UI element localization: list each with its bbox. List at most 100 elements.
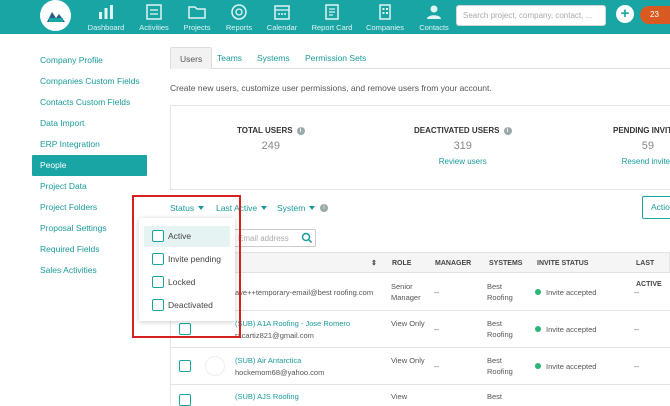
system-filter-dropdown[interactable]: System <box>277 203 316 213</box>
sidebar-item-erp-integration[interactable]: ERP Integration <box>32 134 147 155</box>
column-last-active[interactable]: LAST ACTIVE <box>636 253 669 288</box>
row-checkbox[interactable] <box>179 394 191 406</box>
caret-down-icon <box>261 206 268 210</box>
user-name-link[interactable]: (SUB) AJS Roofing <box>235 391 299 402</box>
user-name-link[interactable]: (SUB) Air Antarctica <box>235 355 301 366</box>
sidebar-item-data-import[interactable]: Data Import <box>32 113 147 134</box>
caret-down-icon <box>309 206 316 210</box>
column-systems[interactable]: SYSTEMS <box>489 253 522 274</box>
stat-value: 249 <box>261 140 280 152</box>
column-role[interactable]: ROLE <box>392 253 411 274</box>
nav-label: Calendar <box>266 23 298 32</box>
sidebar-item-company-profile[interactable]: Company Profile <box>32 50 147 71</box>
column-manager[interactable]: MANAGER <box>435 253 471 274</box>
user-last-active: -- <box>634 288 639 297</box>
stat-total-users: TOTAL USERS i 249 <box>237 126 305 152</box>
system-filter-label: System <box>277 203 306 213</box>
top-navigation-bar: Dashboard Activities Projects Reports Ca… <box>0 0 670 34</box>
user-manager: -- <box>434 288 439 297</box>
user-role: View Only <box>391 319 425 328</box>
page-description: Create new users, customize user permiss… <box>170 83 492 93</box>
tab-teams[interactable]: Teams <box>208 47 251 69</box>
stat-label: PENDING INVITES <box>613 126 670 135</box>
stat-pending-invites: PENDING INVITES 59 Resend invites <box>613 126 670 166</box>
nav-label: Reports <box>225 23 253 32</box>
table-row[interactable]: ave++temporary-email@best roofing.com Se… <box>170 273 670 311</box>
company-logo[interactable] <box>40 0 71 31</box>
status-dot-icon <box>535 289 541 295</box>
user-last-active: -- <box>634 362 639 371</box>
user-systems: Best Roofing <box>487 282 513 302</box>
global-search-input[interactable]: Search project, company, contact, ... <box>456 5 606 26</box>
nav-calendar[interactable]: Calendar <box>266 0 298 34</box>
tab-users[interactable]: Users <box>170 47 213 69</box>
info-icon[interactable]: i <box>503 127 512 135</box>
user-systems: Best Roofing <box>487 319 513 339</box>
user-systems: Best Roofing <box>487 356 513 376</box>
stat-deactivated-users: DEACTIVATED USERS i 319 Review users <box>414 126 512 166</box>
user-last-active: -- <box>634 325 639 334</box>
user-manager: -- <box>434 325 439 334</box>
row-checkbox[interactable] <box>179 360 191 372</box>
sidebar-item-project-data[interactable]: Project Data <box>32 176 147 197</box>
sort-icon[interactable]: ⇕ <box>371 253 377 274</box>
dashboard-icon <box>99 5 113 19</box>
user-invite-status: Invite accepted <box>535 287 596 298</box>
nav-contacts[interactable]: Contacts <box>418 0 450 34</box>
invite-status-text: Invite accepted <box>546 325 597 334</box>
status-dot-icon <box>535 363 541 369</box>
user-manager: -- <box>434 362 439 371</box>
projects-icon <box>188 6 206 19</box>
nav-projects[interactable]: Projects <box>182 0 212 34</box>
user-role: View Only <box>391 356 425 365</box>
sidebar-item-people[interactable]: People <box>32 155 147 176</box>
nav-companies[interactable]: Companies <box>365 0 405 34</box>
info-icon[interactable]: i <box>296 127 305 135</box>
email-search-placeholder: Email address <box>238 234 289 243</box>
report-card-icon <box>325 4 339 20</box>
nav-label: Projects <box>183 23 211 32</box>
nav-label: Report Card <box>311 23 353 32</box>
avatar <box>205 356 225 376</box>
nav-label: Dashboard <box>87 23 125 32</box>
user-email: hockemom68@yahoo.com <box>235 368 325 377</box>
column-invite-status[interactable]: INVITE STATUS <box>537 253 588 274</box>
user-role: View <box>391 392 408 401</box>
notification-badge[interactable]: 23 <box>640 6 670 24</box>
calendar-icon <box>274 5 290 20</box>
nav-reports[interactable]: Reports <box>224 0 254 34</box>
stat-value: 59 <box>641 140 655 152</box>
nav-report-card[interactable]: Report Card <box>311 0 353 34</box>
activities-icon <box>146 4 162 20</box>
table-row[interactable]: (SUB) AJS Roofing View Best <box>170 385 670 406</box>
nav-dashboard[interactable]: Dashboard <box>88 0 124 34</box>
resend-invites-link[interactable]: Resend invites <box>613 157 670 166</box>
nav-label: Contacts <box>419 23 449 32</box>
stat-value: 319 <box>453 140 472 152</box>
table-row[interactable]: (SUB) A1A Roofing - Jose Romero racartiz… <box>170 311 670 348</box>
add-new-button[interactable]: + <box>616 5 634 23</box>
user-email: racartiz821@gmail.com <box>235 331 314 340</box>
info-icon[interactable]: i <box>320 204 328 212</box>
tab-systems[interactable]: Systems <box>248 47 299 69</box>
email-search-input[interactable]: Email address <box>232 229 316 247</box>
sidebar-item-project-folders[interactable]: Project Folders <box>32 197 147 218</box>
invite-status-text: Invite accepted <box>546 288 597 297</box>
nav-label: Activities <box>139 23 169 32</box>
stat-label: TOTAL USERS <box>237 126 293 135</box>
table-header: ⇕ ROLE MANAGER SYSTEMS INVITE STATUS LAS… <box>170 252 670 288</box>
sidebar-item-contacts-custom-fields[interactable]: Contacts Custom Fields <box>32 92 147 113</box>
nav-activities[interactable]: Activities <box>138 0 170 34</box>
actions-button[interactable]: Actions <box>642 196 670 219</box>
review-users-link[interactable]: Review users <box>414 157 512 166</box>
search-icon[interactable] <box>301 232 313 244</box>
sidebar-item-proposal-settings[interactable]: Proposal Settings <box>32 218 147 239</box>
user-email: ave++temporary-email@best roofing.com <box>235 288 374 297</box>
sidebar-item-companies-custom-fields[interactable]: Companies Custom Fields <box>32 71 147 92</box>
user-name-link[interactable]: (SUB) A1A Roofing - Jose Romero <box>235 318 350 329</box>
contacts-icon <box>427 5 441 19</box>
tab-permission-sets[interactable]: Permission Sets <box>296 47 375 69</box>
sidebar-item-required-fields[interactable]: Required Fields <box>32 239 147 260</box>
table-row[interactable]: (SUB) Air Antarctica hockemom68@yahoo.co… <box>170 348 670 385</box>
sidebar-item-sales-activities[interactable]: Sales Activities <box>32 260 147 281</box>
